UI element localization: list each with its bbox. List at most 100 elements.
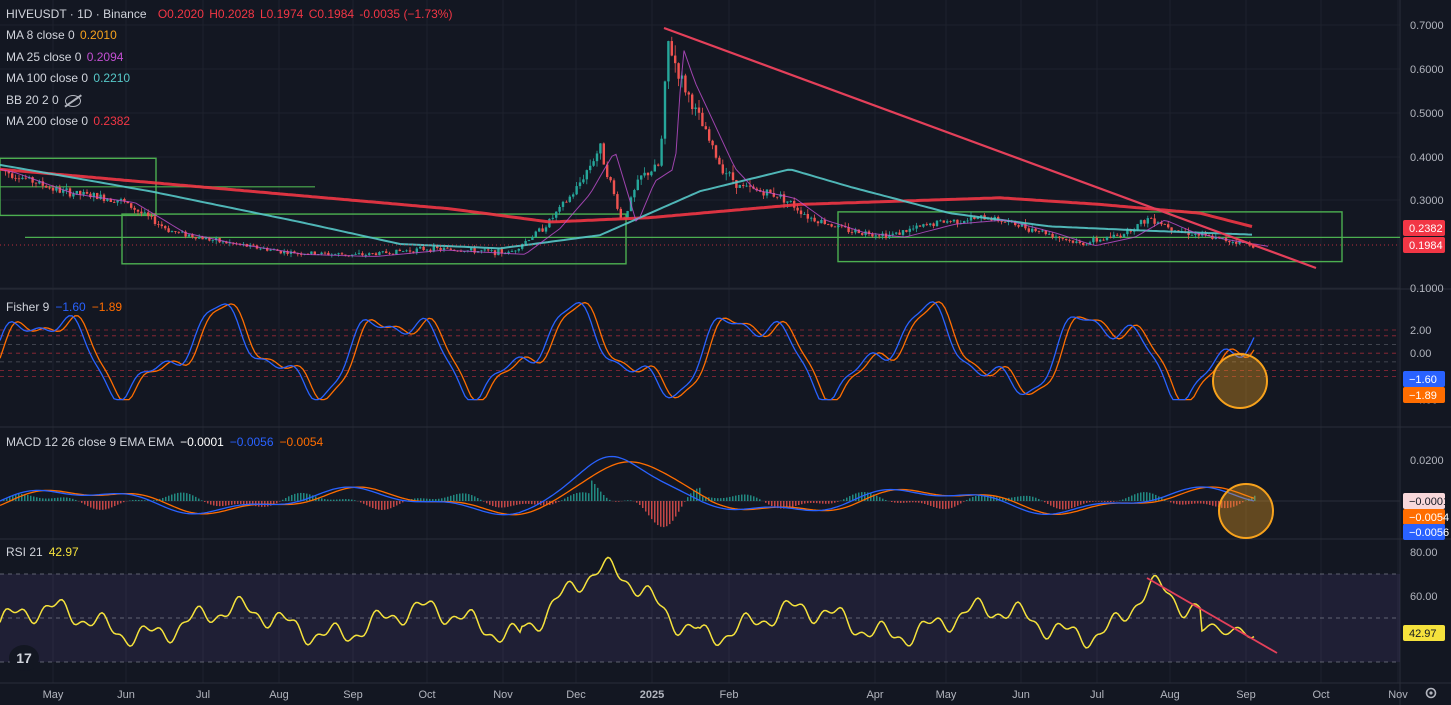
- macd-legend[interactable]: MACD 12 26 close 9 EMA EMA −0.0001 −0.0056…: [6, 435, 325, 449]
- macd-histogram-bar: [63, 497, 65, 501]
- candle-body: [364, 254, 367, 256]
- moving-averages: [0, 50, 1269, 257]
- fisher-legend[interactable]: Fisher 9 −1.60 −1.89: [6, 300, 124, 314]
- candle-body: [1034, 228, 1037, 232]
- time-tick-label: Jul: [196, 689, 210, 701]
- candle-body: [1167, 224, 1170, 228]
- candle-body: [643, 172, 646, 176]
- candle-body: [79, 190, 82, 195]
- macd-histogram-bar: [39, 497, 41, 501]
- candle-body: [1068, 239, 1071, 241]
- gear-icon[interactable]: [1424, 686, 1438, 700]
- candle-body: [820, 219, 823, 224]
- price-tick-label: 0.5000: [1410, 108, 1444, 120]
- candle-body: [164, 226, 167, 229]
- macd-histogram-bar: [489, 501, 491, 505]
- macd-histogram-bar: [714, 497, 716, 501]
- candle-body: [742, 185, 745, 187]
- macd-histogram-bar: [525, 501, 527, 504]
- bb-legend[interactable]: BB 20 2 0: [6, 93, 83, 107]
- fisher-label: Fisher 9: [6, 300, 50, 314]
- macd-histogram-bar: [276, 501, 278, 504]
- candle-body: [48, 187, 51, 189]
- candle-body: [806, 214, 809, 219]
- macd-histogram-bar: [1215, 501, 1217, 507]
- fisher-value-1: −1.60: [55, 300, 86, 314]
- macd-histogram-bar: [54, 498, 56, 501]
- rsi-label: RSI 21: [6, 545, 43, 559]
- macd-histogram-bar: [522, 501, 524, 504]
- candle-body: [1170, 227, 1173, 231]
- macd-histogram-bar: [363, 501, 365, 504]
- candle-body: [850, 232, 854, 233]
- candle-body: [636, 179, 639, 191]
- macd-histogram-bar: [774, 501, 776, 508]
- low-value: L0.1974: [259, 7, 304, 21]
- macd-histogram-bar: [1086, 501, 1088, 503]
- candle-body: [691, 94, 694, 110]
- macd-histogram-bar: [192, 495, 194, 501]
- macd-histogram-bar: [141, 500, 143, 501]
- macd-histogram-bar: [447, 496, 449, 501]
- candle-body: [150, 216, 153, 217]
- candle-body: [419, 246, 422, 249]
- time-tick-label: Nov: [1388, 689, 1408, 701]
- candle-body: [415, 248, 418, 253]
- candle-body: [497, 249, 500, 256]
- ma25-legend[interactable]: MA 25 close 0 0.2094: [6, 50, 125, 64]
- macd-histogram-bar: [1098, 501, 1100, 502]
- macd-histogram-bar: [426, 498, 428, 501]
- macd-histogram-bar: [1071, 501, 1073, 509]
- chart-canvas[interactable]: 2.000.00−4.00−1.60−1.89 0.0200−0.0001−0.…: [0, 0, 1451, 705]
- macd-histogram-bar: [849, 496, 851, 501]
- candle-body: [949, 221, 952, 223]
- macd-histogram-bar: [297, 493, 299, 501]
- ma200-value: 0.2382: [93, 114, 131, 128]
- macd-histogram-bar: [477, 497, 479, 501]
- ma100-legend[interactable]: MA 100 close 0 0.2210: [6, 71, 132, 85]
- candle-body: [136, 209, 140, 212]
- candle-body: [160, 224, 163, 227]
- candle-body: [1143, 220, 1146, 224]
- candle-body: [147, 212, 150, 217]
- tradingview-logo[interactable]: 17: [9, 645, 39, 671]
- macd-histogram-bar: [60, 497, 62, 501]
- candle-body: [323, 252, 327, 254]
- macd-histogram-bar: [672, 501, 674, 521]
- macd-histogram-bar: [930, 501, 932, 506]
- candle-body: [1228, 241, 1231, 243]
- macd-histogram-bar: [234, 501, 236, 505]
- macd-histogram-bar: [1077, 501, 1079, 506]
- candle-body: [572, 194, 575, 197]
- hidden-eye-icon[interactable]: [64, 94, 81, 107]
- candle-body: [799, 210, 803, 215]
- candle-body: [544, 227, 548, 232]
- macd-histogram-bar: [1047, 501, 1049, 504]
- candle-body: [388, 253, 391, 254]
- time-tick-label: Apr: [866, 689, 883, 701]
- macd-histogram-bar: [1137, 493, 1139, 501]
- candle-body: [157, 223, 160, 225]
- candle-body: [878, 235, 881, 237]
- macd-histogram-bar: [48, 498, 50, 501]
- macd-histogram-bar: [231, 501, 233, 505]
- rsi-value: 42.97: [48, 545, 79, 559]
- ma200-legend[interactable]: MA 200 close 0 0.2382: [6, 114, 132, 128]
- candle-body: [1190, 234, 1194, 236]
- macd-histogram-bar: [1026, 495, 1028, 501]
- macd-histogram-bar: [558, 501, 560, 502]
- macd-histogram-bar: [111, 501, 113, 508]
- symbol-legend[interactable]: HIVEUSDT · 1D · Binance O0.2020 H0.2028 …: [6, 7, 454, 21]
- ma8-legend[interactable]: MA 8 close 0 0.2010: [6, 28, 119, 42]
- macd-histogram-bar: [684, 501, 686, 502]
- candle-body: [898, 232, 901, 235]
- rsi-legend[interactable]: RSI 21 42.97: [6, 545, 81, 559]
- candle-body: [1150, 218, 1153, 219]
- candle-body: [823, 219, 826, 225]
- macd-histogram-bar: [951, 501, 953, 508]
- fisher-pane: 2.000.00−4.00−1.60−1.89: [0, 301, 1445, 409]
- macd-histogram-bar: [1029, 496, 1031, 501]
- macd-histogram-bar: [618, 501, 620, 502]
- macd-histogram-bar: [822, 501, 824, 504]
- macd-histogram-bar: [351, 499, 353, 501]
